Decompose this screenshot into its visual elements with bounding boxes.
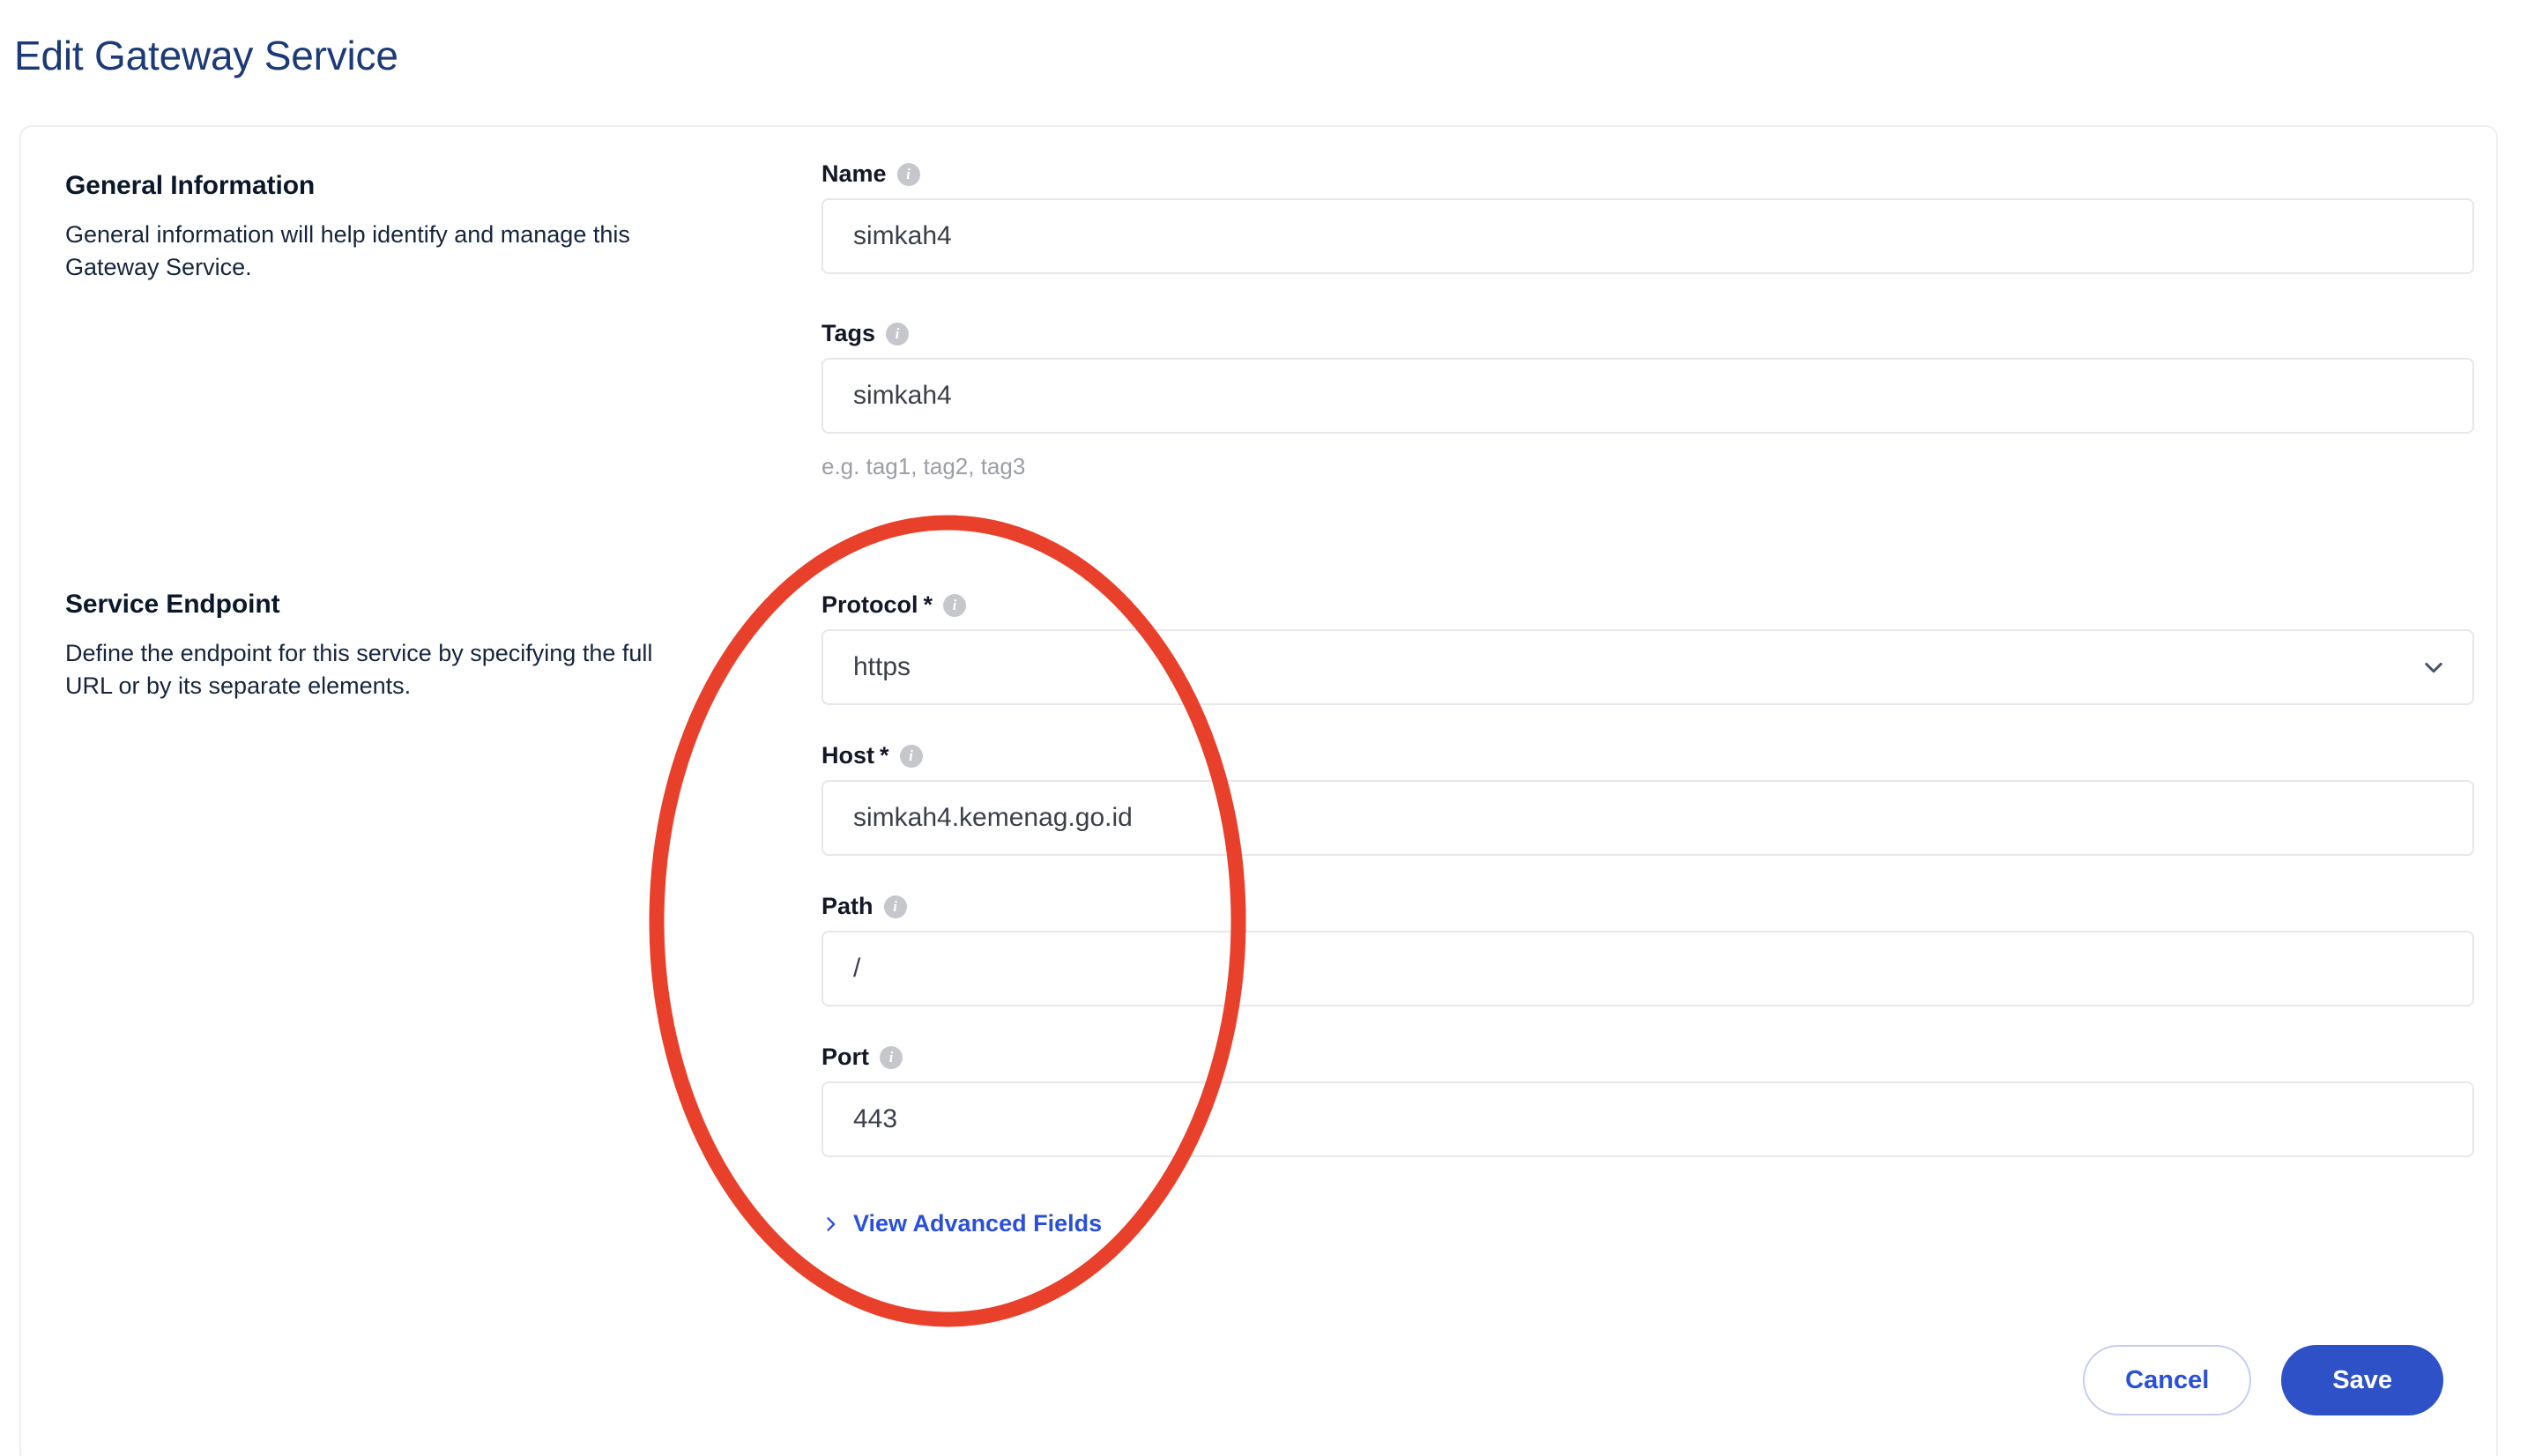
path-field-group: Path i /: [821, 895, 2474, 1007]
protocol-selected-value: https: [853, 652, 911, 681]
name-input-value: simkah4: [853, 221, 952, 250]
page-title: Edit Gateway Service: [14, 33, 398, 78]
host-input-value: simkah4.kemenag.go.id: [853, 803, 1133, 832]
port-input[interactable]: 443: [821, 1081, 2474, 1157]
name-input[interactable]: simkah4: [821, 198, 2474, 274]
port-label-text: Port: [821, 1044, 869, 1070]
host-input[interactable]: simkah4.kemenag.go.id: [821, 780, 2474, 856]
service-endpoint-description: Define the endpoint for this service by …: [65, 640, 653, 700]
service-endpoint-heading: Service Endpoint: [65, 590, 280, 619]
path-label: Path i: [821, 895, 2474, 918]
general-information-heading: General Information: [65, 171, 316, 200]
protocol-select[interactable]: https: [821, 629, 2474, 705]
tags-input[interactable]: simkah4: [821, 358, 2474, 434]
chevron-right-icon: [827, 1216, 836, 1231]
page-root: Edit Gateway Service General Information…: [0, 0, 2535, 1456]
host-required-marker: *: [880, 742, 889, 769]
protocol-field-group: Protocol * i https: [821, 593, 2474, 705]
host-field-group: Host * i simkah4.kemenag.go.id: [821, 744, 2474, 856]
name-label: Name i: [821, 162, 2474, 186]
tags-helper-text: e.g. tag1, tag2, tag3: [821, 453, 1026, 479]
port-input-value: 443: [853, 1104, 898, 1133]
info-icon[interactable]: i: [943, 593, 967, 617]
cancel-button[interactable]: Cancel: [2083, 1345, 2252, 1415]
info-icon[interactable]: i: [886, 322, 910, 345]
service-endpoint-section: Service Endpoint Define the endpoint for…: [65, 590, 735, 703]
port-field-group: Port i 443: [821, 1045, 2474, 1157]
form-column: Name i simkah4 Tags i simkah4 e.g. tag1,…: [821, 162, 2474, 1237]
info-icon[interactable]: i: [883, 895, 907, 918]
tags-label-text: Tags: [821, 320, 876, 346]
general-information-description: General information will help identify a…: [65, 221, 630, 281]
general-information-section: General Information General information …: [65, 171, 735, 285]
host-label: Host * i: [821, 744, 2474, 768]
card-footer-actions: Cancel Save: [2083, 1345, 2443, 1415]
edit-gateway-service-card: General Information General information …: [19, 125, 2498, 1456]
info-icon[interactable]: i: [896, 162, 920, 186]
host-label-text: Host: [821, 742, 874, 769]
tags-field-group: Tags i simkah4 e.g. tag1, tag2, tag3: [821, 322, 2474, 480]
name-field-group: Name i simkah4: [821, 162, 2474, 274]
protocol-label-text: Protocol: [821, 591, 918, 618]
protocol-label: Protocol * i: [821, 593, 2474, 617]
save-button[interactable]: Save: [2281, 1345, 2443, 1415]
view-advanced-fields-link[interactable]: View Advanced Fields: [821, 1210, 1102, 1237]
info-icon[interactable]: i: [899, 744, 923, 768]
port-label: Port i: [821, 1045, 2474, 1069]
tags-label: Tags i: [821, 322, 2474, 345]
path-label-text: Path: [821, 893, 873, 919]
protocol-required-marker: *: [923, 591, 933, 618]
view-advanced-fields-label: View Advanced Fields: [853, 1210, 1103, 1237]
path-input-value: /: [853, 954, 861, 983]
path-input[interactable]: /: [821, 931, 2474, 1007]
chevron-down-icon: [2425, 662, 2442, 673]
info-icon[interactable]: i: [880, 1045, 903, 1069]
name-label-text: Name: [821, 160, 887, 187]
tags-input-value: simkah4: [853, 381, 952, 410]
